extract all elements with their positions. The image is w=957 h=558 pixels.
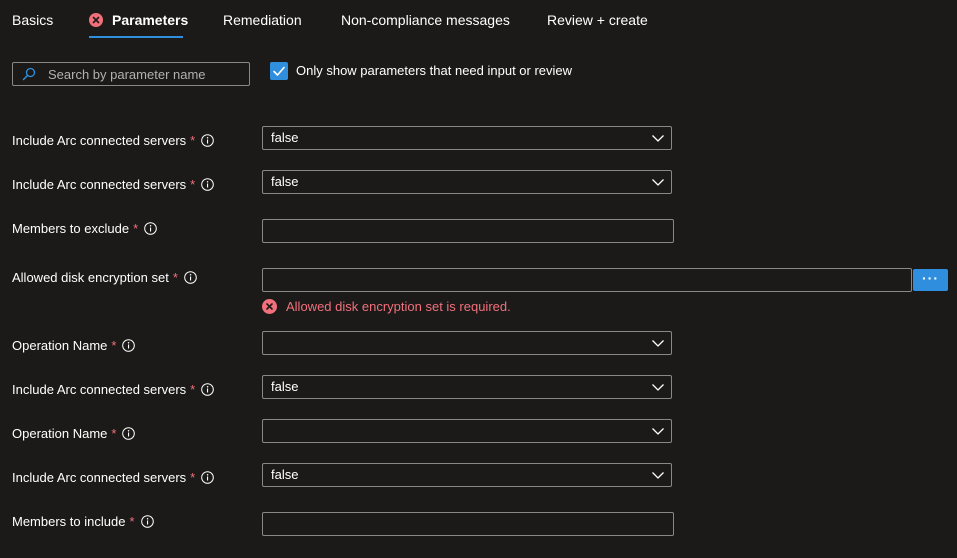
search-icon <box>22 67 36 81</box>
param-label-text: Include Arc connected servers <box>12 133 187 148</box>
required-asterisk: * <box>111 338 117 353</box>
param-label-text: Operation Name <box>12 338 108 353</box>
info-icon[interactable] <box>144 222 157 235</box>
tab-non-compliance-messages[interactable]: Non-compliance messages <box>341 12 510 28</box>
param-label: Include Arc connected servers * <box>12 177 215 192</box>
error-icon <box>262 299 277 314</box>
required-asterisk: * <box>129 514 135 529</box>
members-to-include-input[interactable] <box>262 512 674 536</box>
error-icon <box>89 13 103 27</box>
param-label: Operation Name * <box>12 426 136 441</box>
param-label: Members to include * <box>12 514 154 529</box>
dropdown-value: false <box>271 174 299 189</box>
search-input[interactable] <box>48 63 243 85</box>
chevron-down-icon <box>652 384 664 391</box>
param-label-text: Include Arc connected servers <box>12 382 187 397</box>
parameter-search-box[interactable] <box>12 62 250 86</box>
dropdown-value: false <box>271 379 299 394</box>
required-asterisk: * <box>172 270 178 285</box>
tab-basics[interactable]: Basics <box>12 12 53 28</box>
checkmark-icon <box>273 66 285 76</box>
param-label: Operation Name * <box>12 338 136 353</box>
operation-name-dropdown[interactable] <box>262 419 672 443</box>
include-arc-servers-dropdown[interactable]: false <box>262 170 672 194</box>
info-icon[interactable] <box>201 383 215 396</box>
wizard-tabs: Basics Parameters Remediation Non-compli… <box>0 0 957 40</box>
include-arc-servers-dropdown[interactable]: false <box>262 375 672 399</box>
param-label: Include Arc connected servers * <box>12 133 215 148</box>
dropdown-value: false <box>271 130 299 145</box>
chevron-down-icon <box>652 472 664 479</box>
param-label-text: Include Arc connected servers <box>12 177 187 192</box>
info-icon[interactable] <box>122 339 136 352</box>
error-message: Allowed disk encryption set is required. <box>286 299 511 314</box>
info-icon[interactable] <box>184 271 197 284</box>
param-label: Include Arc connected servers * <box>12 470 215 485</box>
required-asterisk: * <box>190 133 196 148</box>
param-label: Members to exclude * <box>12 221 157 236</box>
dropdown-value: false <box>271 467 299 482</box>
info-icon[interactable] <box>201 178 215 191</box>
validation-error: Allowed disk encryption set is required. <box>262 299 511 314</box>
param-label-text: Include Arc connected servers <box>12 470 187 485</box>
required-asterisk: * <box>190 382 196 397</box>
param-label-text: Members to exclude <box>12 221 130 236</box>
required-asterisk: * <box>133 221 139 236</box>
required-asterisk: * <box>190 470 196 485</box>
required-asterisk: * <box>111 426 117 441</box>
active-tab-indicator <box>89 36 183 38</box>
only-show-input-needed-checkbox[interactable] <box>270 62 288 80</box>
info-icon[interactable] <box>201 134 215 147</box>
checkbox-label[interactable]: Only show parameters that need input or … <box>296 63 572 78</box>
info-icon[interactable] <box>140 515 154 528</box>
tab-parameters[interactable]: Parameters <box>112 12 188 28</box>
info-icon[interactable] <box>122 427 136 440</box>
required-asterisk: * <box>190 177 196 192</box>
operation-name-dropdown[interactable] <box>262 331 672 355</box>
param-label-text: Members to include <box>12 514 126 529</box>
tab-review-create[interactable]: Review + create <box>547 12 648 28</box>
param-label: Allowed disk encryption set * <box>12 270 197 285</box>
param-label-text: Allowed disk encryption set <box>12 270 169 285</box>
tab-remediation[interactable]: Remediation <box>223 12 302 28</box>
allowed-disk-encryption-set-input[interactable] <box>262 268 912 292</box>
members-to-exclude-input[interactable] <box>262 219 674 243</box>
chevron-down-icon <box>652 340 664 347</box>
include-arc-servers-dropdown[interactable]: false <box>262 463 672 487</box>
chevron-down-icon <box>652 428 664 435</box>
param-label: Include Arc connected servers * <box>12 382 215 397</box>
info-icon[interactable] <box>201 471 215 484</box>
chevron-down-icon <box>652 179 664 186</box>
browse-button[interactable]: ··· <box>913 269 948 291</box>
chevron-down-icon <box>652 135 664 142</box>
include-arc-servers-dropdown[interactable]: false <box>262 126 672 150</box>
param-label-text: Operation Name <box>12 426 108 441</box>
